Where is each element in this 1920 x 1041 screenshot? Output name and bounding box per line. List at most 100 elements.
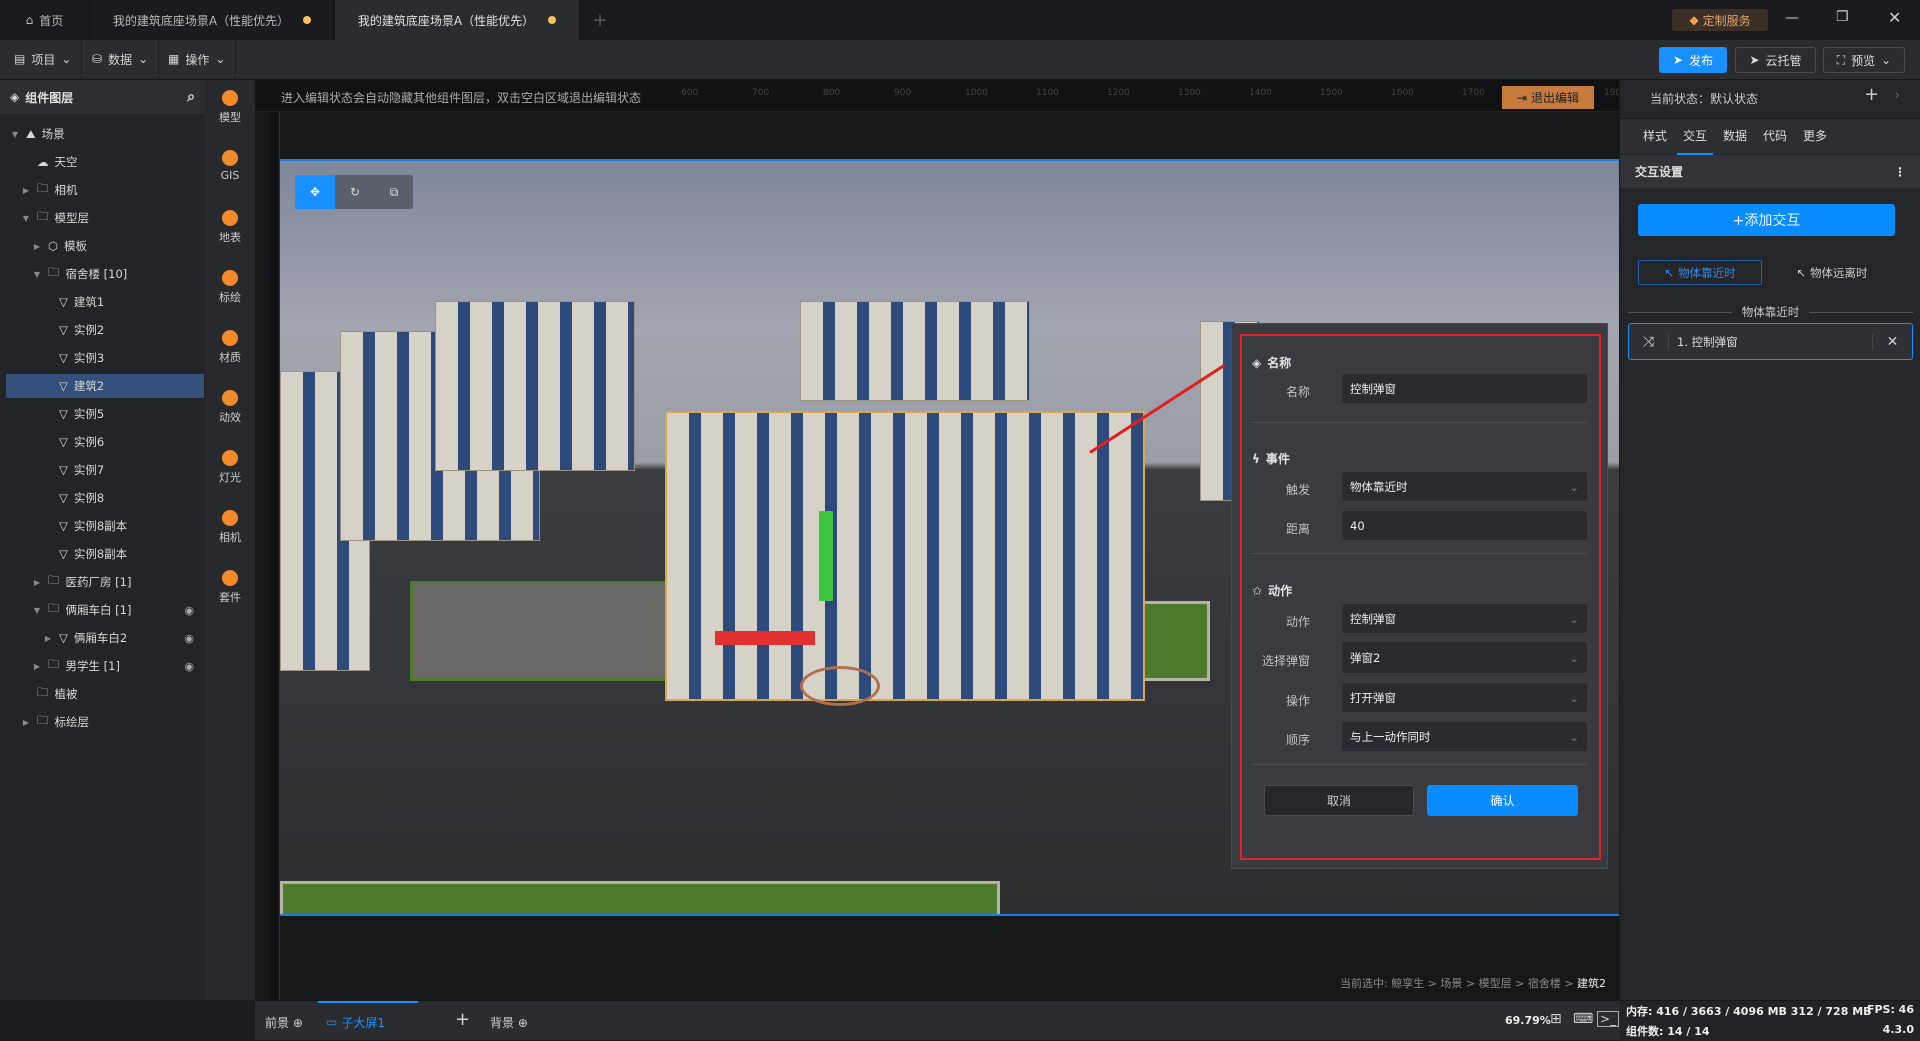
hidden-eye-icon[interactable]: ◉ [184, 660, 194, 673]
minimize-button[interactable]: — [1785, 10, 1799, 26]
caret-down-icon[interactable]: ▼ [10, 130, 20, 139]
property-tab[interactable]: 数据 [1717, 119, 1753, 155]
toolbox-item[interactable]: 模型 [205, 90, 255, 125]
popup-select[interactable]: 弹窗2 ⌄ [1342, 642, 1587, 673]
action-select[interactable]: 控制弹窗 ⌄ [1342, 604, 1587, 633]
toolbox-item[interactable]: 相机 [205, 510, 255, 545]
background-tab[interactable]: 背景 ⊕ [490, 1014, 528, 1031]
fit-screen-icon[interactable]: ⊞ [1550, 1011, 1562, 1027]
caret-right-icon[interactable]: ▶ [43, 634, 53, 643]
property-tab[interactable]: 交互 [1677, 119, 1713, 155]
console-icon[interactable]: >_ [1597, 1011, 1620, 1027]
foreground-tab[interactable]: 前景 ⊕ [265, 1014, 303, 1031]
toolbox-item[interactable]: 动效 [205, 390, 255, 425]
far-trigger-tab[interactable]: ↖ 物体远离时 [1770, 260, 1894, 285]
menu-data[interactable]: ⛁ 数据 ⌄ [82, 40, 160, 78]
caret-down-icon[interactable]: ▼ [21, 214, 31, 223]
caret-right-icon[interactable]: ▶ [32, 662, 42, 671]
layer-item[interactable]: ▽ 实例8副本 [6, 514, 204, 538]
layer-item[interactable]: ▶ ⬡ 模板 [6, 234, 204, 258]
move-icon[interactable]: ✥ [295, 175, 335, 209]
order-select[interactable]: 与上一动作同时 ⌄ [1342, 722, 1587, 751]
tab-scene-1[interactable]: 我的建筑底座场景A（性能优先） [90, 0, 335, 40]
scale-icon[interactable]: ⧉ [375, 175, 413, 209]
toolbox-item[interactable]: 材质 [205, 330, 255, 365]
layer-item[interactable]: ▶ 🗀 医药厂房 [1] [6, 570, 204, 594]
layer-item[interactable]: ▽ 实例5 [6, 402, 204, 426]
close-button[interactable]: ✕ [1888, 8, 1901, 27]
gizmo-ring[interactable] [800, 666, 880, 706]
add-interaction-button[interactable]: +添加交互 [1638, 204, 1895, 236]
layer-item[interactable]: ▼ 🗀 模型层 [6, 206, 204, 230]
hidden-eye-icon[interactable]: ◉ [184, 604, 194, 617]
toolbox-item[interactable]: 标绘 [205, 270, 255, 305]
layer-item[interactable]: ▽ 建筑1 [6, 290, 204, 314]
confirm-button[interactable]: 确认 [1427, 785, 1578, 816]
property-tab[interactable]: 代码 [1757, 119, 1793, 155]
restore-button[interactable]: ❐ [1836, 9, 1849, 25]
layer-item[interactable]: ▶ 🗀 男学生 [1] ◉ [6, 654, 204, 678]
new-tab-button[interactable]: + [580, 0, 620, 40]
layer-item[interactable]: ▽ 实例3 [6, 346, 204, 370]
screen-tab[interactable]: ▭ 子大屏1 [318, 1001, 418, 1041]
publish-button[interactable]: ➤ 发布 [1659, 47, 1727, 73]
layer-item[interactable]: 🗀 植被 [6, 682, 204, 706]
preview-button[interactable]: ⛶ 预览 ⌄ [1823, 47, 1905, 73]
search-icon[interactable]: ⌕ [187, 89, 195, 105]
rotate-icon[interactable]: ↻ [335, 175, 375, 209]
add-screen-button[interactable]: + [455, 1009, 470, 1030]
layer-item[interactable]: ▽ 实例6 [6, 430, 204, 454]
ruler-tick-label: 1200 [1107, 88, 1130, 98]
caret-right-icon[interactable]: ▶ [21, 718, 31, 727]
property-tab[interactable]: 样式 [1637, 119, 1673, 155]
toolbox-item[interactable]: GIS [205, 150, 255, 182]
caret-right-icon[interactable]: ▶ [32, 578, 42, 587]
menu-operation[interactable]: ▦ 操作 ⌄ [158, 40, 237, 78]
toolbox-item[interactable]: 地表 [205, 210, 255, 245]
keyboard-icon[interactable]: ⌨ [1573, 1011, 1593, 1027]
tab-scene-2[interactable]: 我的建筑底座场景A（性能优先） [335, 0, 580, 40]
cloud-hosting-button[interactable]: ➤ 云托管 [1735, 47, 1816, 73]
gizmo-y-axis[interactable] [819, 511, 833, 601]
layer-item[interactable]: ▶ 🗀 标绘层 [6, 710, 204, 734]
caret-down-icon[interactable]: ▼ [32, 270, 42, 279]
hidden-eye-icon[interactable]: ◉ [184, 632, 194, 645]
more-icon[interactable]: ⋮ [1894, 165, 1906, 179]
distance-input[interactable]: 40 [1342, 511, 1587, 540]
custom-service-button[interactable]: ◆ 定制服务 [1672, 9, 1768, 31]
layer-item[interactable]: ▽ 实例8副本 [6, 542, 204, 566]
layer-item[interactable]: ▽ 实例8 [6, 486, 204, 510]
gizmo-x-axis[interactable] [715, 631, 815, 645]
layer-item[interactable]: ▽ 建筑2 [6, 374, 204, 398]
section-divider: 物体靠近时 [1628, 304, 1913, 320]
layer-item[interactable]: ▼ 🗀 宿舍楼 [10] [6, 262, 204, 286]
layer-item[interactable]: ▼ 🗀 俩厢车白 [1] ◉ [6, 598, 204, 622]
menu-project[interactable]: ▤ 项目 ⌄ [4, 40, 83, 78]
cancel-button[interactable]: 取消 [1264, 785, 1414, 816]
trigger-select[interactable]: 物体靠近时 ⌄ [1342, 472, 1587, 501]
caret-right-icon[interactable]: ▶ [21, 186, 31, 195]
chevron-right-icon[interactable]: › [1895, 88, 1900, 102]
caret-right-icon[interactable]: ▶ [32, 242, 42, 251]
chevron-down-icon: ⌄ [1881, 53, 1892, 67]
toolbox-item[interactable]: 套件 [205, 570, 255, 605]
caret-down-icon[interactable]: ▼ [32, 606, 42, 615]
add-state-button[interactable]: + [1864, 84, 1879, 105]
tab-home[interactable]: ⌂ 首页 [0, 0, 90, 40]
layer-item[interactable]: ▽ 实例2 [6, 318, 204, 342]
interaction-item[interactable]: ⤨ 1. 控制弹窗 ✕ [1628, 323, 1913, 360]
property-tab[interactable]: 更多 [1797, 119, 1833, 155]
name-input[interactable]: 控制弹窗 [1342, 374, 1587, 403]
exit-edit-button[interactable]: ⇥ 退出编辑 [1502, 86, 1594, 109]
near-trigger-tab[interactable]: ↖ 物体靠近时 [1638, 260, 1762, 285]
operation-select[interactable]: 打开弹窗 ⌄ [1342, 683, 1587, 712]
add-circle-icon[interactable]: ⊕ [518, 1016, 528, 1030]
layer-item[interactable]: ☁ 天空 [6, 150, 204, 174]
delete-icon[interactable]: ✕ [1872, 333, 1912, 350]
layer-item[interactable]: ▶ 🗀 相机 [6, 178, 204, 202]
layer-item[interactable]: ▶ ▽ 俩厢车白2 ◉ [6, 626, 204, 650]
layer-item[interactable]: ▽ 实例7 [6, 458, 204, 482]
toolbox-item[interactable]: 灯光 [205, 450, 255, 485]
add-circle-icon[interactable]: ⊕ [293, 1016, 303, 1030]
layer-item[interactable]: ▼ ⛰ 场景 [6, 122, 204, 146]
